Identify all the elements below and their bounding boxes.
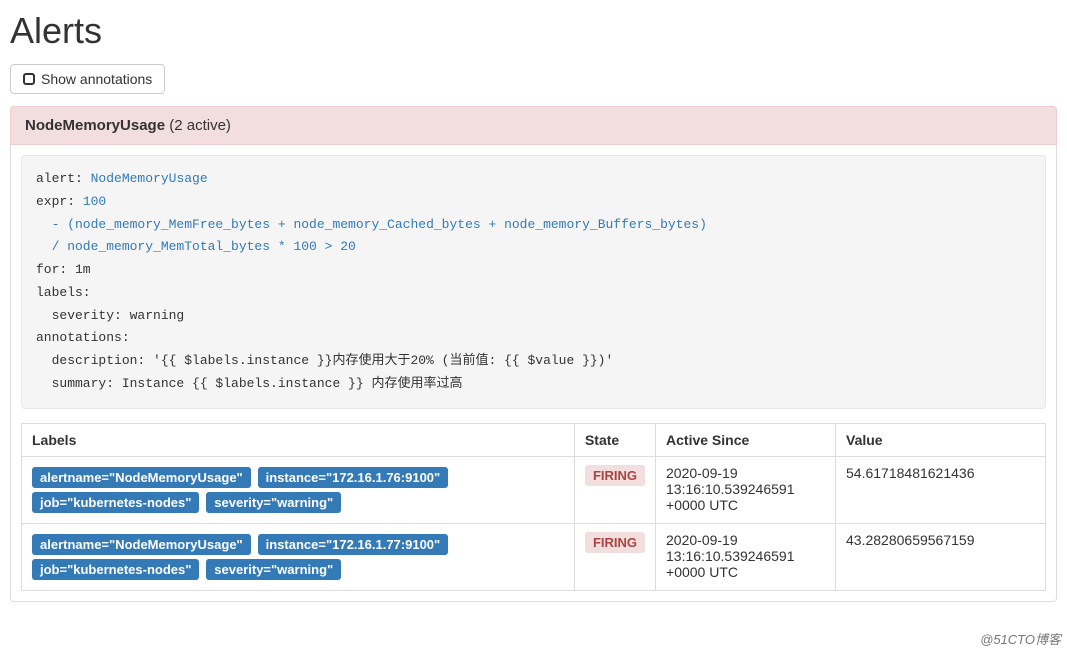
th-value: Value — [836, 423, 1046, 456]
cell-labels: alertname="NodeMemoryUsage" instance="17… — [22, 523, 575, 590]
cell-labels: alertname="NodeMemoryUsage" instance="17… — [22, 456, 575, 523]
label-badge[interactable]: alertname="NodeMemoryUsage" — [32, 467, 251, 488]
yaml-expr-line[interactable]: - (node_memory_MemFree_bytes + node_memo… — [36, 217, 707, 232]
label-badge[interactable]: job="kubernetes-nodes" — [32, 492, 199, 513]
alert-group-body: alert: NodeMemoryUsage expr: 100 - (node… — [10, 145, 1057, 602]
th-state: State — [574, 423, 655, 456]
alert-group-header[interactable]: NodeMemoryUsage (2 active) — [10, 106, 1057, 145]
alert-group-active-count: (2 active) — [169, 117, 231, 134]
yaml-line: annotations: — [36, 330, 130, 345]
show-annotations-label: Show annotations — [41, 71, 152, 87]
yaml-line: description: '{{ $labels.instance }}内存使用… — [36, 353, 613, 368]
state-badge: FIRING — [585, 532, 645, 553]
yaml-line: severity: warning — [36, 308, 184, 323]
yaml-line: for: 1m — [36, 262, 91, 277]
table-header-row: Labels State Active Since Value — [22, 423, 1046, 456]
state-badge: FIRING — [585, 465, 645, 486]
th-labels: Labels — [22, 423, 575, 456]
cell-state: FIRING — [574, 456, 655, 523]
label-badge[interactable]: instance="172.16.1.76:9100" — [258, 467, 449, 488]
yaml-line: summary: Instance {{ $labels.instance }}… — [36, 376, 462, 391]
table-row: alertname="NodeMemoryUsage" instance="17… — [22, 523, 1046, 590]
cell-state: FIRING — [574, 523, 655, 590]
label-badge[interactable]: job="kubernetes-nodes" — [32, 559, 199, 580]
yaml-line: labels: — [36, 285, 91, 300]
cell-active-since: 2020-09-19 13:16:10.539246591 +0000 UTC — [656, 456, 836, 523]
yaml-key: expr: — [36, 194, 75, 209]
label-badge[interactable]: severity="warning" — [206, 559, 341, 580]
yaml-alert-name[interactable]: NodeMemoryUsage — [91, 171, 208, 186]
cell-value: 43.28280659567159 — [836, 523, 1046, 590]
show-annotations-button[interactable]: Show annotations — [10, 64, 165, 94]
cell-active-since: 2020-09-19 13:16:10.539246591 +0000 UTC — [656, 523, 836, 590]
label-badge[interactable]: severity="warning" — [206, 492, 341, 513]
table-row: alertname="NodeMemoryUsage" instance="17… — [22, 456, 1046, 523]
alerts-table: Labels State Active Since Value alertnam… — [21, 423, 1046, 591]
alert-group-name: NodeMemoryUsage — [25, 117, 165, 134]
th-active-since: Active Since — [656, 423, 836, 456]
cell-value: 54.61718481621436 — [836, 456, 1046, 523]
alert-rule-yaml: alert: NodeMemoryUsage expr: 100 - (node… — [21, 155, 1046, 409]
checkbox-unchecked-icon — [23, 73, 35, 85]
label-badge[interactable]: instance="172.16.1.77:9100" — [258, 534, 449, 555]
yaml-key: alert: — [36, 171, 83, 186]
page-title: Alerts — [10, 10, 1057, 52]
yaml-expr-line[interactable]: / node_memory_MemTotal_bytes * 100 > 20 — [36, 239, 356, 254]
label-badge[interactable]: alertname="NodeMemoryUsage" — [32, 534, 251, 555]
watermark: @51CTO博客 — [980, 629, 1061, 648]
yaml-expr-value[interactable]: 100 — [83, 194, 106, 209]
